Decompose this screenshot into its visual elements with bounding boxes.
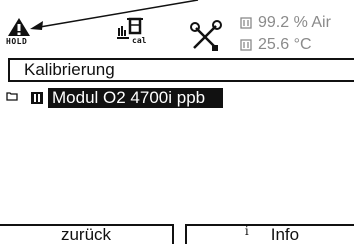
sensor-icon xyxy=(240,17,252,29)
measurement-row-2: 25.6 °C xyxy=(240,36,312,54)
menu-title: Kalibrierung xyxy=(24,60,115,79)
cal-label: cal xyxy=(132,36,147,45)
menu-item-label: Modul O2 4700i ppb xyxy=(48,88,224,108)
menu-item-module[interactable]: Modul O2 4700i ppb xyxy=(30,88,224,108)
back-softkey[interactable]: zurück xyxy=(0,224,174,244)
menu-title-box: Kalibrierung xyxy=(8,58,354,82)
calibration-icon: cal xyxy=(117,17,147,45)
info-icon: i xyxy=(244,224,249,238)
folder-icon xyxy=(6,92,18,101)
measurement-value-2: 25.6 °C xyxy=(258,36,312,53)
hold-label: HOLD xyxy=(6,37,28,46)
measurement-row-1: 99.2 % Air xyxy=(240,14,331,32)
info-softkey[interactable]: i Info xyxy=(185,224,354,244)
back-softkey-label: zurück xyxy=(60,225,112,244)
info-softkey-label: Info xyxy=(270,225,300,244)
module-icon xyxy=(31,92,43,104)
tools-icon xyxy=(190,20,222,51)
device-screen: HOLD cal 99.2 % Air 25.6 °C Kalibrierung… xyxy=(0,0,354,244)
measurement-value-1: 99.2 % Air xyxy=(258,14,331,31)
sensor-icon xyxy=(240,39,252,51)
